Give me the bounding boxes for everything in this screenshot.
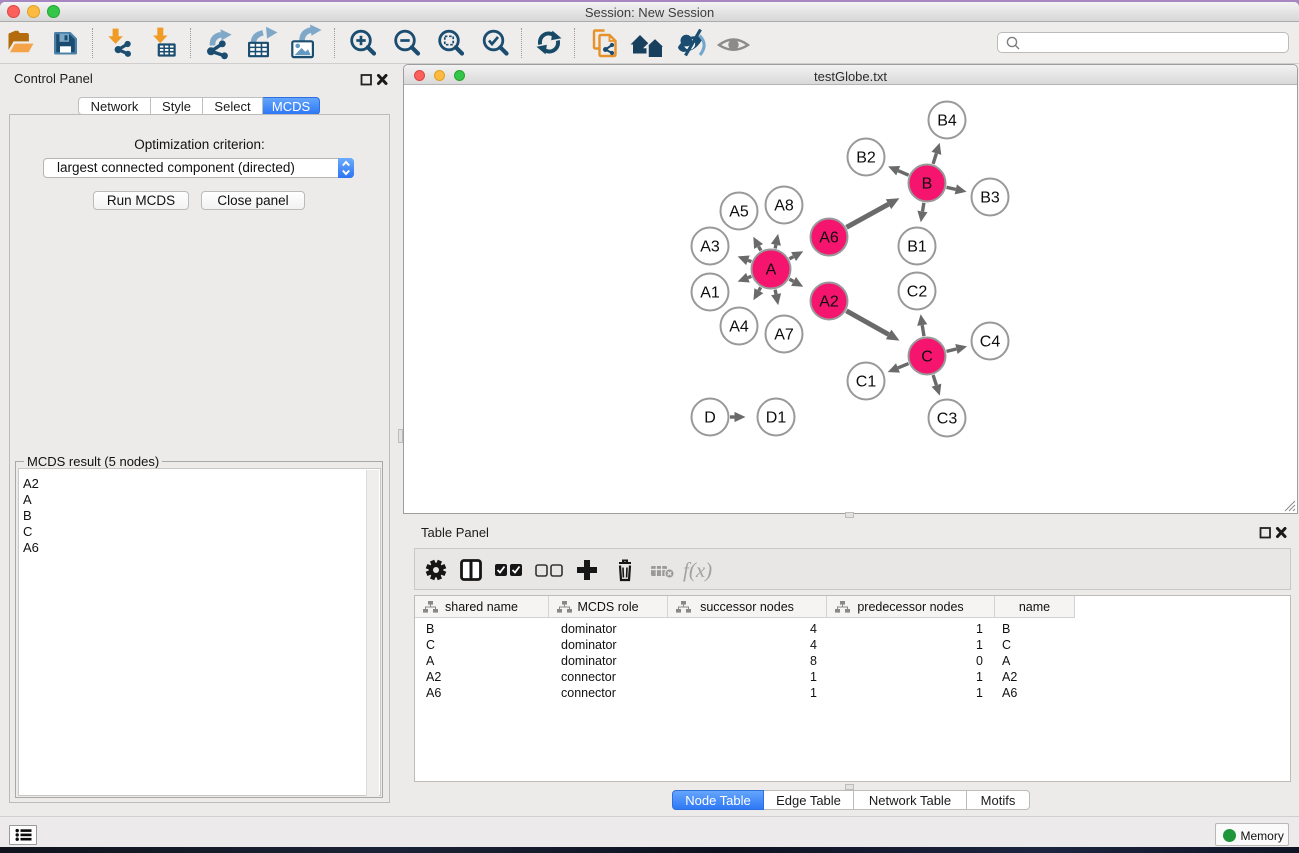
svg-text:A3: A3 <box>700 239 720 256</box>
svg-text:A8: A8 <box>774 198 794 215</box>
svg-text:A: A <box>766 262 777 279</box>
svg-text:B2: B2 <box>856 150 876 167</box>
svg-text:D: D <box>704 410 716 427</box>
svg-text:A4: A4 <box>729 319 749 336</box>
svg-text:C2: C2 <box>907 284 928 301</box>
svg-text:A7: A7 <box>774 327 794 344</box>
svg-text:C3: C3 <box>937 411 958 428</box>
svg-text:B3: B3 <box>980 190 1000 207</box>
svg-text:C1: C1 <box>856 374 877 391</box>
svg-text:A1: A1 <box>700 285 720 302</box>
svg-text:A5: A5 <box>729 204 749 221</box>
svg-text:A6: A6 <box>819 230 839 247</box>
svg-text:B: B <box>922 176 933 193</box>
svg-text:B1: B1 <box>907 239 927 256</box>
svg-text:A2: A2 <box>819 294 839 311</box>
svg-text:f(x): f(x) <box>683 558 712 582</box>
svg-text:B4: B4 <box>937 113 957 130</box>
svg-text:C4: C4 <box>980 334 1001 351</box>
svg-text:C: C <box>921 349 933 366</box>
svg-text:D1: D1 <box>766 410 787 427</box>
